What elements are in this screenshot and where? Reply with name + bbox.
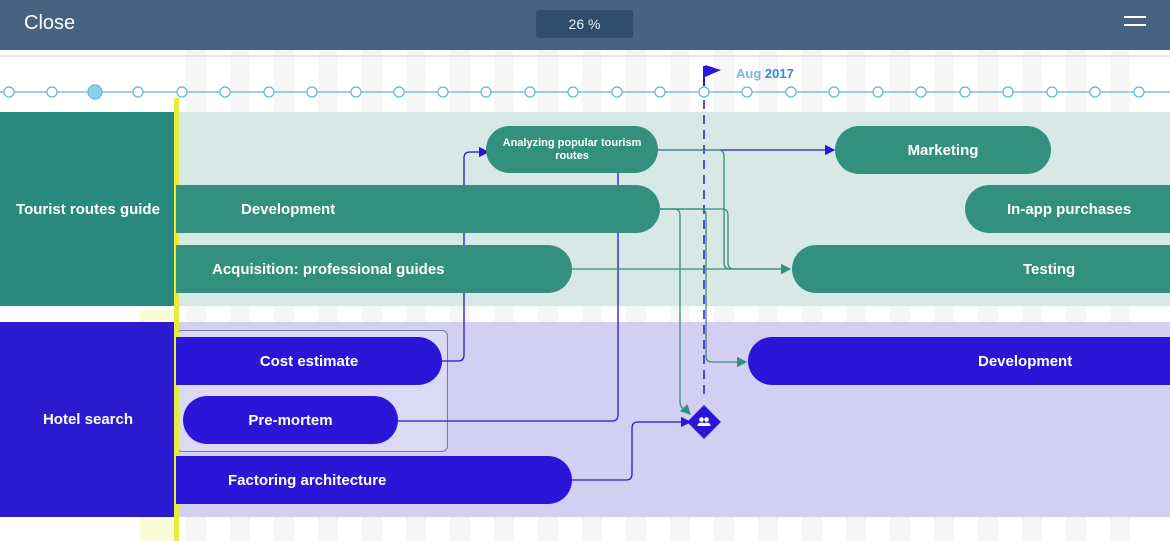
task-marketing[interactable]: Marketing (835, 126, 1051, 174)
task-acquisition-guides[interactable]: Acquisition: professional guides (176, 245, 572, 293)
task-factoring-architecture[interactable]: Factoring architecture (176, 456, 572, 504)
flag-month: Aug (736, 66, 762, 81)
task-pre-mortem[interactable]: Pre-mortem (183, 396, 398, 444)
flag-year: 2017 (764, 66, 794, 81)
timeline-flag-label: Aug 2017 (736, 66, 794, 81)
task-in-app-purchases[interactable]: In-app purchases (965, 185, 1170, 233)
task-development-hotel[interactable]: Development (748, 337, 1170, 385)
task-development-tourist[interactable]: Development (176, 185, 660, 233)
task-analyzing-routes[interactable]: Analyzing popular tourism routes (486, 126, 658, 173)
people-icon (697, 417, 711, 426)
task-cost-estimate[interactable]: Cost estimate (176, 337, 442, 385)
task-testing[interactable]: Testing (792, 245, 1170, 293)
